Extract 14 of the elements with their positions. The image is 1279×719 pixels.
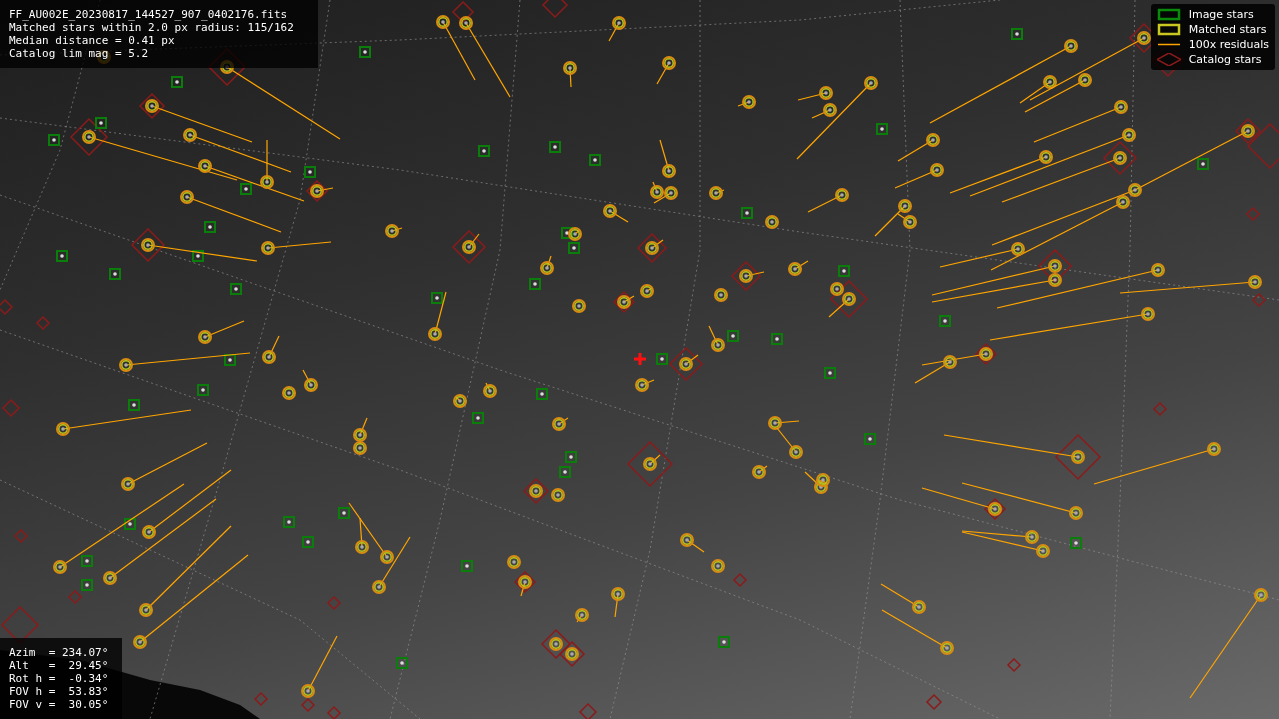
pointing-text: Rot h = -0.34° bbox=[9, 672, 110, 685]
legend-label: Image stars bbox=[1188, 8, 1254, 21]
pointing-text: Alt = 29.45° bbox=[9, 659, 110, 672]
pointing-text: Azim = 234.07° bbox=[9, 646, 110, 659]
legend-label: Matched stars bbox=[1188, 23, 1267, 36]
legend-label: 100x residuals bbox=[1188, 38, 1269, 51]
info-text: Matched stars within 2.0 px radius: 115/162 bbox=[9, 21, 295, 34]
info-text: Median distance = 0.41 px bbox=[9, 34, 176, 47]
pointing-text: FOV v = 30.05° bbox=[9, 698, 110, 711]
info-text: Catalog lim mag = 5.2 bbox=[9, 47, 150, 60]
pointing-text: FOV h = 53.83° bbox=[9, 685, 110, 698]
diamond-icon bbox=[1156, 53, 1181, 66]
legend-label: Catalog stars bbox=[1188, 53, 1262, 66]
info-text: FF_AU002E_20230817_144527_907_0402176.fits bbox=[9, 8, 289, 21]
